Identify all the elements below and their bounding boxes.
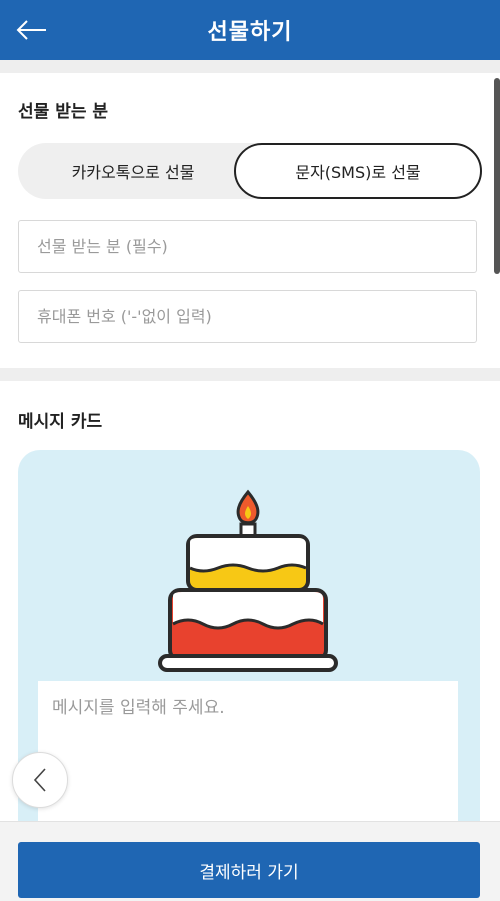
bottom-bar: 결제하러 가기 bbox=[0, 821, 500, 901]
recipient-section: 선물 받는 분 카카오톡으로 선물 문자(SMS)로 선물 bbox=[0, 73, 500, 368]
recipient-name-input[interactable] bbox=[18, 220, 477, 273]
option-kakao[interactable]: 카카오톡으로 선물 bbox=[18, 143, 248, 199]
phone-number-input[interactable] bbox=[18, 290, 477, 343]
message-card bbox=[18, 450, 480, 821]
option-sms[interactable]: 문자(SMS)로 선물 bbox=[234, 143, 482, 199]
message-input[interactable] bbox=[38, 681, 458, 821]
send-method-toggle: 카카오톡으로 선물 문자(SMS)로 선물 bbox=[18, 143, 482, 199]
message-card-title: 메시지 카드 bbox=[18, 412, 103, 432]
app-header: 선물하기 bbox=[0, 0, 500, 60]
scrollbar[interactable] bbox=[494, 78, 500, 274]
message-card-section: 메시지 카드 bbox=[0, 381, 500, 821]
chevron-left-icon bbox=[33, 768, 46, 792]
recipient-section-title: 선물 받는 분 bbox=[18, 102, 109, 122]
back-button[interactable] bbox=[14, 14, 50, 46]
birthday-cake-icon bbox=[158, 489, 338, 672]
page-title: 선물하기 bbox=[207, 20, 293, 45]
proceed-to-payment-button[interactable]: 결제하러 가기 bbox=[18, 842, 480, 898]
arrow-left-icon bbox=[16, 20, 46, 40]
prev-card-button[interactable] bbox=[12, 752, 68, 808]
